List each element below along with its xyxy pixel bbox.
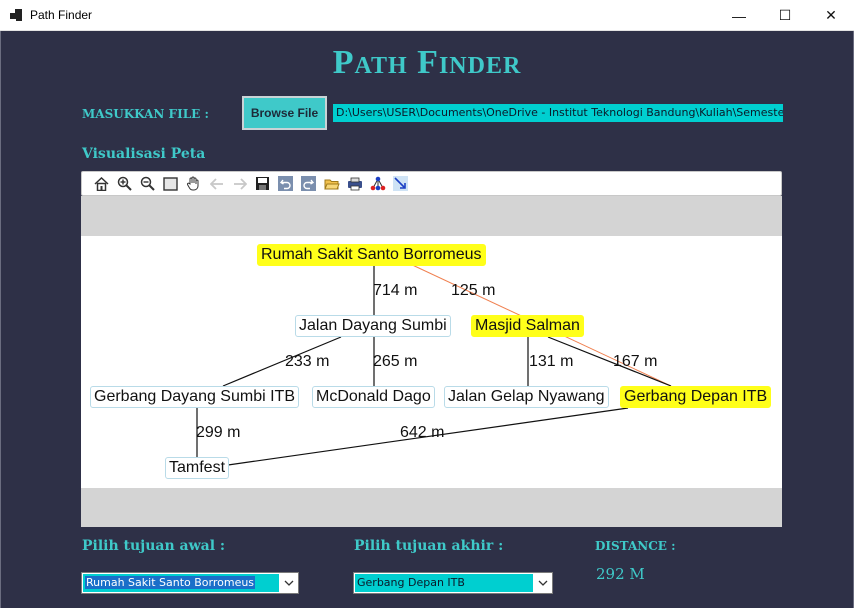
file-label: MASUKKAN FILE : [82, 107, 209, 121]
layout-icon[interactable] [368, 174, 387, 193]
zoom-in-icon[interactable] [115, 174, 134, 193]
chevron-down-icon[interactable] [280, 573, 298, 593]
distance-value: 292 M [596, 565, 645, 583]
map-toolbar [81, 171, 782, 196]
browse-file-button[interactable]: Browse File [242, 96, 327, 130]
forward-arrow-icon[interactable] [230, 174, 249, 193]
open-folder-icon[interactable] [322, 174, 341, 193]
home-icon[interactable] [92, 174, 111, 193]
distance-label: DISTANCE : [595, 539, 676, 553]
edge-label: 125 m [451, 282, 496, 299]
edge-label: 265 m [373, 353, 418, 370]
end-select[interactable]: Gerbang Depan ITB [353, 572, 553, 594]
start-label: Pilih tujuan awal : [82, 538, 226, 554]
node-rumah-sakit-santo-borromeus[interactable]: Rumah Sakit Santo Borromeus [257, 244, 486, 266]
title-bar: Path Finder — ☐ ✕ [0, 0, 854, 31]
node-masjid-salman[interactable]: Masjid Salman [471, 315, 584, 337]
window-title: Path Finder [30, 8, 93, 22]
redo-icon[interactable] [299, 174, 318, 193]
edge-label: 131 m [529, 353, 574, 370]
pan-hand-icon[interactable] [184, 174, 203, 193]
zoom-out-icon[interactable] [138, 174, 157, 193]
print-icon[interactable] [345, 174, 364, 193]
edge-label: 233 m [285, 353, 330, 370]
map-label: Visualisasi Peta [82, 146, 206, 162]
edge-label: 714 m [373, 282, 418, 299]
end-select-value: Gerbang Depan ITB [355, 574, 533, 592]
undo-icon[interactable] [276, 174, 295, 193]
chevron-down-icon[interactable] [534, 573, 552, 593]
save-icon[interactable] [253, 174, 272, 193]
node-jalan-dayang-sumbi[interactable]: Jalan Dayang Sumbi [295, 315, 451, 337]
node-mcdonald-dago[interactable]: McDonald Dago [312, 386, 435, 408]
node-gerbang-dayang-sumbi-itb[interactable]: Gerbang Dayang Sumbi ITB [90, 386, 299, 408]
back-arrow-icon[interactable] [207, 174, 226, 193]
start-select[interactable]: Rumah Sakit Santo Borromeus [81, 572, 299, 594]
edge-label: 299 m [196, 424, 241, 441]
zoom-box-icon[interactable] [161, 174, 180, 193]
map-canvas[interactable]: Rumah Sakit Santo Borromeus Jalan Dayang… [81, 196, 782, 527]
node-tamfest[interactable]: Tamfest [165, 457, 230, 479]
edge-label: 642 m [400, 424, 445, 441]
app-title: Path Finder [332, 44, 522, 81]
edge-tool-icon[interactable] [391, 174, 410, 193]
file-path-field[interactable]: D:\Users\USER\Documents\OneDrive - Insti… [333, 104, 783, 122]
minimize-button[interactable]: — [716, 0, 762, 31]
close-button[interactable]: ✕ [808, 0, 854, 31]
start-select-value: Rumah Sakit Santo Borromeus [85, 576, 256, 589]
end-label: Pilih tujuan akhir : [354, 538, 504, 554]
app-icon [10, 9, 22, 21]
maximize-button[interactable]: ☐ [762, 0, 808, 31]
node-jalan-gelap-nyawang[interactable]: Jalan Gelap Nyawang [444, 386, 609, 408]
node-gerbang-depan-itb[interactable]: Gerbang Depan ITB [620, 386, 772, 408]
edge-label: 167 m [613, 353, 658, 370]
